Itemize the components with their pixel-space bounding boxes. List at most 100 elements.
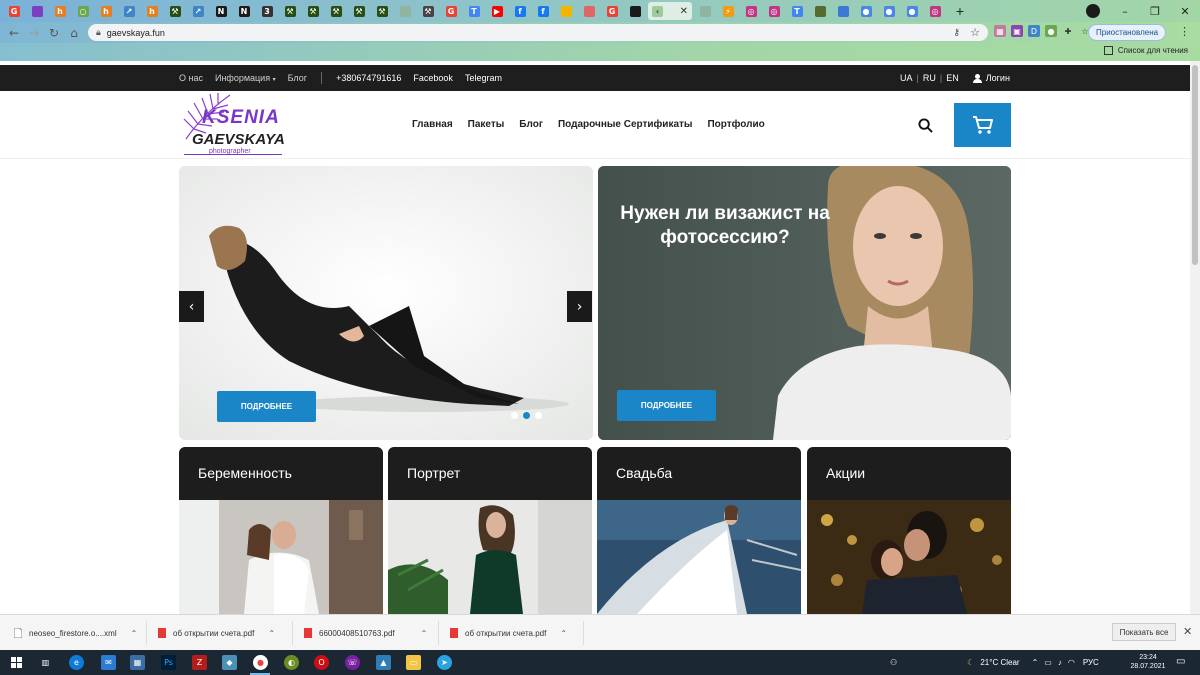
browser-tab[interactable] [695, 2, 715, 20]
grid-extension-icon[interactable]: ▦ [994, 25, 1006, 37]
download-item[interactable]: 66000408510763.pdf ⌃ [304, 615, 427, 651]
browser-tab[interactable] [395, 2, 415, 20]
browser-tab[interactable]: G [4, 2, 24, 20]
photos-icon[interactable]: ▲ [376, 655, 391, 670]
file-explorer-icon[interactable]: ▭ [406, 655, 421, 670]
network-icon[interactable]: ▭ [1044, 658, 1052, 667]
hero-left-more-button[interactable]: ПОДРОБНЕЕ [217, 391, 316, 422]
category-card-pregnancy[interactable]: Беременность [179, 447, 383, 614]
maximize-button[interactable]: ❐ [1140, 5, 1170, 18]
scrollbar-thumb[interactable] [1192, 65, 1198, 265]
browser-tab[interactable]: f [533, 2, 553, 20]
browser-tab[interactable]: ● [879, 2, 899, 20]
browser-tab[interactable]: ○ [73, 2, 93, 20]
slider-dot[interactable] [511, 412, 518, 419]
browser-tab[interactable]: ⚡ [718, 2, 738, 20]
edge-icon[interactable]: e [69, 655, 84, 670]
nav-gift-certificates[interactable]: Подарочные Сертификаты [558, 119, 692, 130]
user-icon[interactable] [972, 73, 982, 83]
weather-text[interactable]: 21°C Clear [980, 658, 1019, 667]
nav-blog[interactable]: Блог [519, 119, 543, 130]
tray-chevron-icon[interactable]: ⌃ [1032, 658, 1039, 667]
app-icon[interactable]: ◐ [284, 655, 299, 670]
photoshop-icon[interactable]: Ps [161, 655, 176, 670]
browser-tab[interactable]: ● [856, 2, 876, 20]
search-icon[interactable] [918, 118, 933, 133]
browser-tab[interactable]: 3 [257, 2, 277, 20]
lang-ua[interactable]: UA [900, 73, 913, 83]
show-all-downloads-button[interactable]: Показать все [1112, 623, 1176, 641]
logo[interactable]: KSENIA GAEVSKAYA photographer [180, 93, 290, 157]
nav-packages[interactable]: Пакеты [468, 119, 505, 130]
chevron-up-icon[interactable]: ⌃ [268, 629, 275, 638]
clock[interactable]: 23:24 28.07.2021 [1128, 653, 1168, 671]
reading-list-button[interactable]: Список для чтения [1103, 46, 1188, 55]
browser-tab[interactable]: ⚒ [303, 2, 323, 20]
task-view-icon[interactable]: ▥ [38, 655, 53, 670]
slider-dot[interactable] [535, 412, 542, 419]
phone-link[interactable]: +380674791616 [336, 73, 401, 83]
browser-tab[interactable]: ⚒ [349, 2, 369, 20]
close-window-button[interactable]: ✕ [1170, 5, 1200, 18]
browser-tab[interactable]: ▶ [487, 2, 507, 20]
facebook-link[interactable]: Facebook [413, 73, 453, 83]
browser-tab[interactable]: h [50, 2, 70, 20]
forward-icon[interactable]: → [24, 26, 44, 40]
hero-right-more-button[interactable]: ПОДРОБНЕЕ [617, 390, 716, 421]
notifications-icon[interactable]: ▭ [1176, 656, 1185, 667]
chevron-up-icon[interactable]: ⌃ [131, 629, 138, 638]
browser-tab[interactable]: ⚒ [280, 2, 300, 20]
mail-icon[interactable]: ✉ [101, 655, 116, 670]
category-card-promotions[interactable]: Акции [807, 447, 1011, 614]
browser-tab[interactable]: ◎ [741, 2, 761, 20]
next-slide-button[interactable]: › [567, 291, 592, 322]
minimize-button[interactable]: – [1110, 5, 1140, 18]
telegram-link[interactable]: Telegram [465, 73, 502, 83]
nav-portfolio[interactable]: Портфолио [707, 119, 764, 130]
chevron-up-icon[interactable]: ⌃ [560, 629, 567, 638]
filezilla-icon[interactable]: Z [192, 655, 207, 670]
slider-dot-active[interactable] [523, 412, 530, 419]
browser-tab-active[interactable]: ‹ ✕ [648, 2, 692, 20]
back-icon[interactable]: ← [4, 26, 24, 40]
color-extension-icon[interactable]: ● [1045, 25, 1057, 37]
browser-tab[interactable] [625, 2, 645, 20]
browser-tab[interactable]: T [787, 2, 807, 20]
id-extension-icon[interactable]: D [1028, 25, 1040, 37]
download-item[interactable]: об открытии счета.pdf ⌃ [158, 615, 275, 651]
promo-title[interactable]: Нужен ли визажист на фотосессию? [610, 202, 840, 250]
menu-icon[interactable]: ⋮ [1179, 25, 1190, 38]
about-link[interactable]: О нас [179, 73, 203, 83]
browser-tab[interactable] [556, 2, 576, 20]
browser-tab[interactable]: N [234, 2, 254, 20]
browser-tab[interactable]: G [441, 2, 461, 20]
browser-tab[interactable]: h [142, 2, 162, 20]
browser-tab[interactable] [579, 2, 599, 20]
key-icon[interactable]: ⚷ [953, 27, 960, 38]
category-card-portrait[interactable]: Портрет [388, 447, 592, 614]
volume-icon[interactable]: ♪ [1058, 658, 1062, 667]
store-icon[interactable]: ▦ [130, 655, 145, 670]
bookmark-star-icon[interactable]: ☆ [970, 26, 980, 39]
opera-icon[interactable]: O [314, 655, 329, 670]
info-dropdown[interactable]: Информация ▾ [215, 73, 276, 83]
weather-icon[interactable]: ☾ [967, 658, 974, 667]
reload-icon[interactable]: ↻ [44, 26, 64, 40]
browser-tab[interactable]: ⚒ [165, 2, 185, 20]
browser-tab[interactable]: ⚒ [418, 2, 438, 20]
language-indicator[interactable]: РУС [1083, 658, 1099, 667]
telegram-icon[interactable]: ➤ [437, 655, 452, 670]
lang-ru[interactable]: RU [923, 73, 936, 83]
browser-tab[interactable] [27, 2, 47, 20]
people-icon[interactable]: ⚇ [890, 658, 897, 667]
browser-tab[interactable]: N [211, 2, 231, 20]
home-icon[interactable]: ⌂ [64, 26, 84, 40]
app-icon[interactable]: ◆ [222, 655, 237, 670]
prev-slide-button[interactable]: ‹ [179, 291, 204, 322]
browser-tab[interactable]: ⚒ [372, 2, 392, 20]
page-scrollbar[interactable] [1190, 61, 1200, 614]
browser-tab[interactable]: ↗ [119, 2, 139, 20]
blog-top-link[interactable]: Блог [288, 73, 307, 83]
browser-tab[interactable] [833, 2, 853, 20]
category-card-wedding[interactable]: Свадьба [597, 447, 801, 614]
